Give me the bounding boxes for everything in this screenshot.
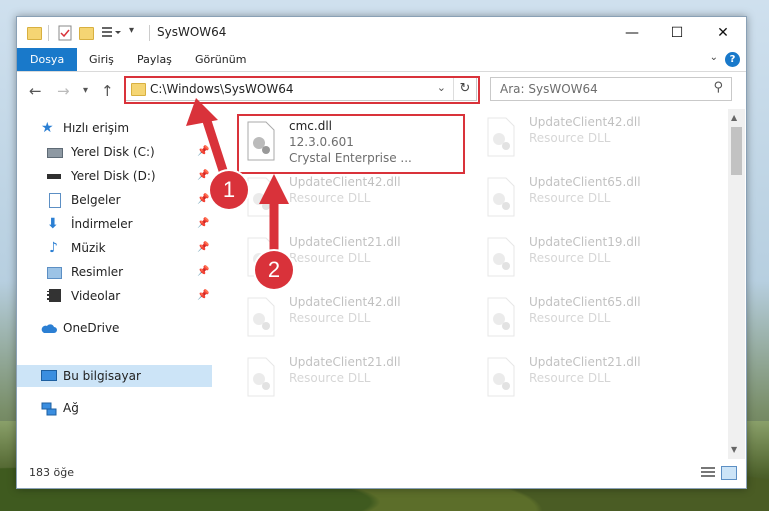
step-1-badge: 1 <box>210 171 248 209</box>
annotation-arrows <box>186 98 289 267</box>
step-2-badge: 2 <box>255 251 293 289</box>
